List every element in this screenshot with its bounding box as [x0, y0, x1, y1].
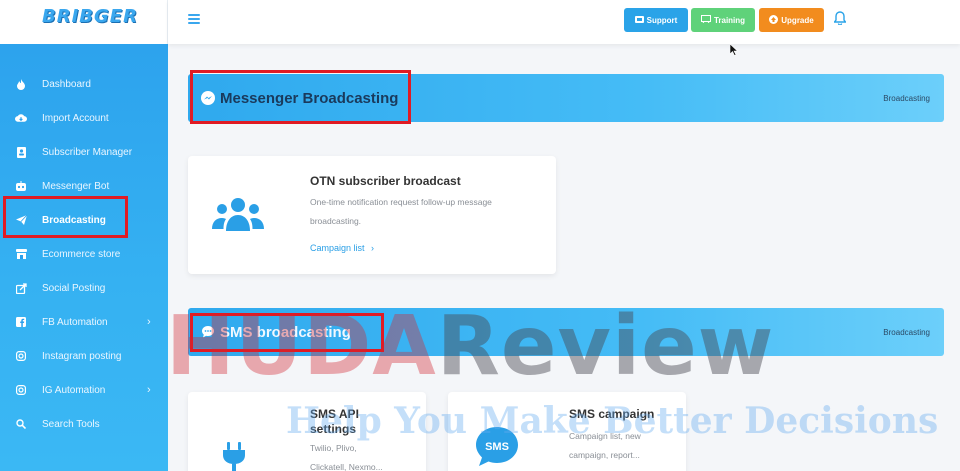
campaign-list-link[interactable]: Campaign list ›	[310, 243, 374, 253]
sidebar-item-label: Dashboard	[42, 78, 91, 90]
sidebar-item-label: Ecommerce store	[42, 248, 121, 260]
fire-icon	[15, 78, 27, 90]
sms-bubble-icon: SMS	[474, 425, 520, 471]
users-group-icon	[212, 194, 264, 239]
campaign-list-label: Campaign list	[310, 243, 365, 253]
instagram-icon	[15, 350, 27, 362]
topbar: Support Training Upgrade	[168, 0, 960, 44]
sidebar-item-label: Import Account	[42, 112, 109, 124]
support-button[interactable]: Support	[624, 8, 688, 32]
sidebar-item-label: Messenger Bot	[42, 180, 110, 192]
robot-icon	[15, 180, 27, 192]
chevron-right-icon: ›	[147, 384, 151, 396]
upgrade-button[interactable]: Upgrade	[759, 8, 824, 32]
card-description-line2: Clickatell, Nexmo...	[310, 462, 383, 471]
chalkboard-icon	[700, 15, 711, 25]
sms-broadcasting-header: SMS broadcasting Broadcasting	[188, 308, 944, 356]
sidebar-item-social-posting[interactable]: Social Posting	[0, 271, 168, 305]
chevron-right-icon: ›	[147, 316, 151, 328]
paper-plane-icon	[15, 214, 27, 226]
card-title: OTN subscriber broadcast	[310, 174, 461, 188]
sidebar-item-search-tools[interactable]: Search Tools	[0, 407, 168, 441]
share-icon	[15, 282, 27, 294]
chat-bubble-icon	[201, 325, 215, 339]
upgrade-arrow-icon	[769, 14, 779, 26]
sidebar-item-label: IG Automation	[42, 384, 106, 396]
mouse-cursor-icon	[729, 43, 739, 56]
section-title: Messenger Broadcasting	[220, 90, 399, 107]
sidebar-item-dashboard[interactable]: Dashboard	[0, 67, 168, 101]
store-icon	[15, 248, 27, 260]
instagram-icon	[15, 384, 27, 396]
support-label: Support	[646, 15, 678, 25]
card-title-line1: SMS API	[310, 407, 359, 421]
card-description-line1: Twilio, Plivo,	[310, 443, 357, 453]
breadcrumb[interactable]: Broadcasting	[883, 94, 930, 103]
training-button[interactable]: Training	[691, 8, 755, 32]
card-description-line2: broadcasting.	[310, 216, 362, 226]
sidebar-item-ig-automation[interactable]: IG Automation ›	[0, 373, 168, 407]
training-label: Training	[713, 15, 746, 25]
sidebar-item-label: Subscriber Manager	[42, 146, 133, 158]
sms-campaign-card[interactable]: SMS SMS campaign Campaign list, new camp…	[448, 392, 686, 471]
sms-icon-text: SMS	[485, 441, 509, 453]
card-description-line1: Campaign list, new	[569, 431, 641, 441]
plug-icon	[220, 442, 248, 471]
sidebar-item-fb-automation[interactable]: FB Automation ›	[0, 305, 168, 339]
sidebar-item-subscriber-manager[interactable]: Subscriber Manager	[0, 135, 168, 169]
sidebar-item-messenger-bot[interactable]: Messenger Bot	[0, 169, 168, 203]
sidebar-item-instagram-posting[interactable]: Instagram posting	[0, 339, 168, 373]
notification-bell-icon[interactable]	[833, 11, 847, 26]
sidebar-item-label: Broadcasting	[42, 214, 106, 226]
sidebar-item-label: Instagram posting	[42, 350, 122, 362]
logo: BRIBGER	[42, 6, 138, 27]
otn-broadcast-card[interactable]: OTN subscriber broadcast One-time notifi…	[188, 156, 556, 274]
facebook-icon	[15, 316, 27, 328]
contact-book-icon	[15, 146, 27, 158]
chevron-right-icon: ›	[371, 243, 375, 253]
sidebar-item-label: FB Automation	[42, 316, 108, 328]
logo-area[interactable]: BRIBGER	[0, 0, 168, 44]
sidebar-item-broadcasting[interactable]: Broadcasting	[0, 203, 168, 237]
messenger-icon	[201, 91, 215, 105]
section-title: SMS broadcasting	[220, 324, 351, 341]
search-icon	[15, 418, 27, 430]
breadcrumb[interactable]: Broadcasting	[883, 328, 930, 337]
upgrade-label: Upgrade	[781, 15, 814, 25]
sms-api-settings-card[interactable]: SMS API settings Twilio, Plivo, Clickate…	[188, 392, 426, 471]
sidebar-item-ecommerce-store[interactable]: Ecommerce store	[0, 237, 168, 271]
messenger-broadcasting-header: Messenger Broadcasting Broadcasting	[188, 74, 944, 122]
card-description-line1: One-time notification request follow-up …	[310, 197, 492, 207]
card-title-line2: settings	[310, 422, 357, 436]
sidebar-item-label: Social Posting	[42, 282, 106, 294]
sidebar: BRIBGER Dashboard Import Account Subscri…	[0, 0, 168, 471]
sidebar-item-import-account[interactable]: Import Account	[0, 101, 168, 135]
cloud-download-icon	[15, 112, 27, 124]
card-title: SMS campaign	[569, 407, 655, 421]
ticket-icon	[634, 15, 644, 25]
hamburger-menu-icon[interactable]	[188, 14, 200, 24]
sidebar-item-label: Search Tools	[42, 418, 100, 430]
card-description-line2: campaign, report...	[569, 450, 640, 460]
